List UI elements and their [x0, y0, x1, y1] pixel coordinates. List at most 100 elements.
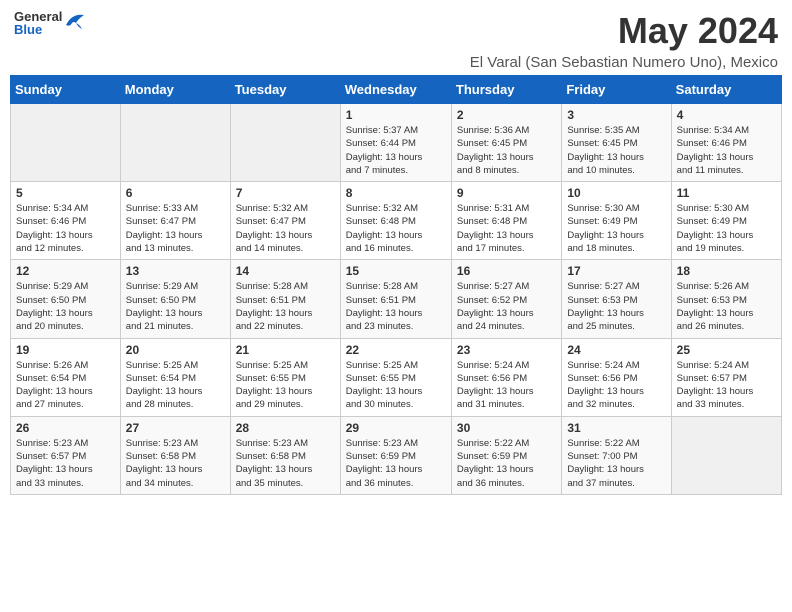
weekday-header-friday: Friday [562, 76, 671, 104]
calendar-week-row: 1 Sunrise: 5:37 AM Sunset: 6:44 PM Daylig… [11, 104, 782, 182]
calendar-cell [671, 416, 781, 494]
calendar-week-row: 26Sunrise: 5:23 AM Sunset: 6:57 PM Dayli… [11, 416, 782, 494]
logo: General Blue [14, 10, 86, 36]
day-info: Sunrise: 5:34 AM Sunset: 6:46 PM Dayligh… [677, 124, 776, 177]
calendar-cell: 19 Sunrise: 5:26 AM Sunset: 6:54 PM Dayli… [11, 338, 121, 416]
day-number: 21 [236, 343, 335, 357]
weekday-header-sunday: Sunday [11, 76, 121, 104]
day-info: Sunrise: 5:29 AM Sunset: 6:50 PM Dayligh… [16, 280, 115, 333]
day-number: 11 [677, 186, 776, 200]
day-info: Sunrise: 5:25 AM Sunset: 6:55 PM Dayligh… [236, 359, 335, 412]
calendar-cell: 15 Sunrise: 5:28 AM Sunset: 6:51 PM Dayli… [340, 260, 451, 338]
calendar-cell: 5Sunrise: 5:34 AM Sunset: 6:46 PM Daylig… [11, 182, 121, 260]
calendar-header-row: SundayMondayTuesdayWednesdayThursdayFrid… [11, 76, 782, 104]
day-info: Sunrise: 5:31 AM Sunset: 6:48 PM Dayligh… [457, 202, 556, 255]
day-info: Sunrise: 5:22 AM Sunset: 7:00 PM Dayligh… [567, 437, 665, 490]
day-number: 27 [126, 421, 225, 435]
calendar-cell [11, 104, 121, 182]
day-info: Sunrise: 5:30 AM Sunset: 6:49 PM Dayligh… [567, 202, 665, 255]
day-info: Sunrise: 5:30 AM Sunset: 6:49 PM Dayligh… [677, 202, 776, 255]
calendar-cell [120, 104, 230, 182]
day-info: Sunrise: 5:29 AM Sunset: 6:50 PM Dayligh… [126, 280, 225, 333]
day-number: 24 [567, 343, 665, 357]
day-number: 6 [126, 186, 225, 200]
day-info: Sunrise: 5:26 AM Sunset: 6:53 PM Dayligh… [677, 280, 776, 333]
calendar-cell: 24 Sunrise: 5:24 AM Sunset: 6:56 PM Dayli… [562, 338, 671, 416]
location-title: El Varal (San Sebastian Numero Uno), Mex… [470, 54, 778, 71]
day-number: 10 [567, 186, 665, 200]
calendar-week-row: 19 Sunrise: 5:26 AM Sunset: 6:54 PM Dayli… [11, 338, 782, 416]
day-info: Sunrise: 5:27 AM Sunset: 6:53 PM Dayligh… [567, 280, 665, 333]
calendar-cell: 20 Sunrise: 5:25 AM Sunset: 6:54 PM Dayli… [120, 338, 230, 416]
calendar-cell: 27Sunrise: 5:23 AM Sunset: 6:58 PM Dayli… [120, 416, 230, 494]
day-info: Sunrise: 5:23 AM Sunset: 6:59 PM Dayligh… [346, 437, 446, 490]
calendar-cell: 29 Sunrise: 5:23 AM Sunset: 6:59 PM Dayli… [340, 416, 451, 494]
calendar-cell: 7 Sunrise: 5:32 AM Sunset: 6:47 PM Daylig… [230, 182, 340, 260]
day-number: 3 [567, 108, 665, 122]
calendar-cell: 18 Sunrise: 5:26 AM Sunset: 6:53 PM Dayli… [671, 260, 781, 338]
day-number: 25 [677, 343, 776, 357]
day-info: Sunrise: 5:28 AM Sunset: 6:51 PM Dayligh… [346, 280, 446, 333]
page-header: General Blue May 2024 El Varal (San Seba… [10, 10, 782, 71]
day-info: Sunrise: 5:33 AM Sunset: 6:47 PM Dayligh… [126, 202, 225, 255]
calendar-cell: 23 Sunrise: 5:24 AM Sunset: 6:56 PM Dayli… [451, 338, 561, 416]
calendar-cell: 31Sunrise: 5:22 AM Sunset: 7:00 PM Dayli… [562, 416, 671, 494]
day-info: Sunrise: 5:22 AM Sunset: 6:59 PM Dayligh… [457, 437, 556, 490]
day-number: 15 [346, 264, 446, 278]
day-number: 20 [126, 343, 225, 357]
day-info: Sunrise: 5:24 AM Sunset: 6:56 PM Dayligh… [457, 359, 556, 412]
day-number: 1 [346, 108, 446, 122]
day-number: 18 [677, 264, 776, 278]
calendar-cell: 28 Sunrise: 5:23 AM Sunset: 6:58 PM Dayli… [230, 416, 340, 494]
day-number: 16 [457, 264, 556, 278]
day-number: 4 [677, 108, 776, 122]
day-info: Sunrise: 5:23 AM Sunset: 6:58 PM Dayligh… [236, 437, 335, 490]
calendar-cell: 11 Sunrise: 5:30 AM Sunset: 6:49 PM Dayli… [671, 182, 781, 260]
calendar-cell [230, 104, 340, 182]
day-info: Sunrise: 5:24 AM Sunset: 6:56 PM Dayligh… [567, 359, 665, 412]
calendar-cell: 10 Sunrise: 5:30 AM Sunset: 6:49 PM Dayli… [562, 182, 671, 260]
day-info: Sunrise: 5:27 AM Sunset: 6:52 PM Dayligh… [457, 280, 556, 333]
calendar-cell: 21 Sunrise: 5:25 AM Sunset: 6:55 PM Dayli… [230, 338, 340, 416]
day-number: 8 [346, 186, 446, 200]
day-number: 23 [457, 343, 556, 357]
calendar-cell: 1 Sunrise: 5:37 AM Sunset: 6:44 PM Daylig… [340, 104, 451, 182]
calendar-cell: 12 Sunrise: 5:29 AM Sunset: 6:50 PM Dayli… [11, 260, 121, 338]
calendar-cell: 2Sunrise: 5:36 AM Sunset: 6:45 PM Daylig… [451, 104, 561, 182]
title-section: May 2024 El Varal (San Sebastian Numero … [470, 10, 778, 71]
day-number: 26 [16, 421, 115, 435]
day-number: 29 [346, 421, 446, 435]
weekday-header-saturday: Saturday [671, 76, 781, 104]
day-info: Sunrise: 5:32 AM Sunset: 6:48 PM Dayligh… [346, 202, 446, 255]
day-info: Sunrise: 5:25 AM Sunset: 6:54 PM Dayligh… [126, 359, 225, 412]
calendar-cell: 26Sunrise: 5:23 AM Sunset: 6:57 PM Dayli… [11, 416, 121, 494]
day-info: Sunrise: 5:24 AM Sunset: 6:57 PM Dayligh… [677, 359, 776, 412]
day-info: Sunrise: 5:34 AM Sunset: 6:46 PM Dayligh… [16, 202, 115, 255]
day-info: Sunrise: 5:37 AM Sunset: 6:44 PM Dayligh… [346, 124, 446, 177]
calendar-cell: 13 Sunrise: 5:29 AM Sunset: 6:50 PM Dayli… [120, 260, 230, 338]
day-info: Sunrise: 5:32 AM Sunset: 6:47 PM Dayligh… [236, 202, 335, 255]
calendar-cell: 4 Sunrise: 5:34 AM Sunset: 6:46 PM Daylig… [671, 104, 781, 182]
day-number: 9 [457, 186, 556, 200]
day-number: 28 [236, 421, 335, 435]
calendar-cell: 30Sunrise: 5:22 AM Sunset: 6:59 PM Dayli… [451, 416, 561, 494]
day-number: 13 [126, 264, 225, 278]
day-number: 2 [457, 108, 556, 122]
calendar-table: SundayMondayTuesdayWednesdayThursdayFrid… [10, 75, 782, 495]
day-number: 12 [16, 264, 115, 278]
calendar-cell: 17 Sunrise: 5:27 AM Sunset: 6:53 PM Dayli… [562, 260, 671, 338]
logo-text: General Blue [14, 10, 62, 36]
day-number: 7 [236, 186, 335, 200]
calendar-cell: 3 Sunrise: 5:35 AM Sunset: 6:45 PM Daylig… [562, 104, 671, 182]
day-info: Sunrise: 5:26 AM Sunset: 6:54 PM Dayligh… [16, 359, 115, 412]
day-number: 14 [236, 264, 335, 278]
day-number: 19 [16, 343, 115, 357]
weekday-header-monday: Monday [120, 76, 230, 104]
weekday-header-wednesday: Wednesday [340, 76, 451, 104]
day-info: Sunrise: 5:28 AM Sunset: 6:51 PM Dayligh… [236, 280, 335, 333]
calendar-week-row: 12 Sunrise: 5:29 AM Sunset: 6:50 PM Dayli… [11, 260, 782, 338]
calendar-cell: 22Sunrise: 5:25 AM Sunset: 6:55 PM Dayli… [340, 338, 451, 416]
calendar-cell: 6 Sunrise: 5:33 AM Sunset: 6:47 PM Daylig… [120, 182, 230, 260]
day-number: 17 [567, 264, 665, 278]
day-info: Sunrise: 5:35 AM Sunset: 6:45 PM Dayligh… [567, 124, 665, 177]
